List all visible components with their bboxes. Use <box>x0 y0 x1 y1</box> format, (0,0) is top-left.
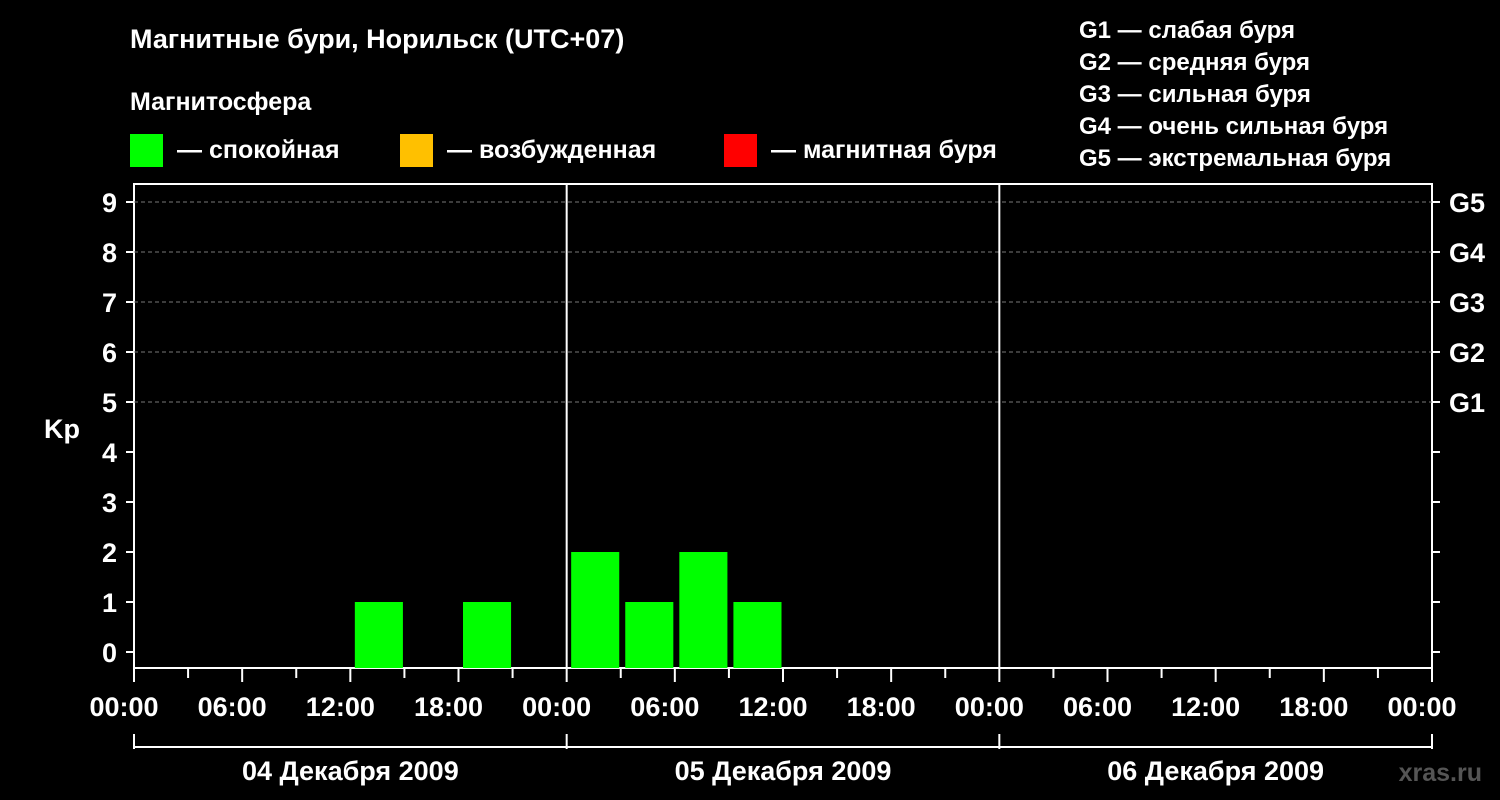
legend-label-1: — возбужденная <box>447 136 656 164</box>
storm-scale-item-1: G2 — средняя буря <box>1079 49 1310 76</box>
x-tick-label-12: 00:00 <box>1387 692 1456 722</box>
date-label-0: 04 Декабря 2009 <box>242 756 459 786</box>
storm-scale-item-2: G3 — сильная буря <box>1079 81 1311 108</box>
legend-items: — спокойная — возбужденная — магнитная бур… <box>130 134 997 167</box>
legend-heading: Магнитосфера <box>130 88 312 116</box>
x-tick-label-7: 18:00 <box>847 692 916 722</box>
bar-5 <box>733 602 782 668</box>
right-tick-label-G3: G3 <box>1449 288 1485 318</box>
plot-area: 0 1 2 3 4 5 6 7 8 9 G1 G2 G3 G4 G5 00:00 06:00 12:00 18:00… <box>89 183 1485 786</box>
x-tick-label-10: 12:00 <box>1171 692 1240 722</box>
plot-frame <box>133 183 1433 669</box>
bar-0 <box>354 602 403 668</box>
storm-scale-legend: G1 — слабая буря G2 — средняя буря G3 — си… <box>1079 17 1391 172</box>
y-tick-label-6: 6 <box>102 338 117 368</box>
date-label-1: 05 Декабря 2009 <box>675 756 892 786</box>
storm-scale-item-4: G5 — экстремальная буря <box>1079 145 1391 172</box>
date-label-2: 06 Декабря 2009 <box>1107 756 1324 786</box>
bar-3 <box>625 602 674 668</box>
y-tick-label-9: 9 <box>102 188 117 218</box>
x-tick-label-0: 00:00 <box>89 692 158 722</box>
x-tick-label-11: 18:00 <box>1279 692 1348 722</box>
storm-scale-item-3: G4 — очень сильная буря <box>1079 113 1388 140</box>
legend-label-2: — магнитная буря <box>771 136 997 164</box>
chart-title: Магнитные бури, Норильск (UTC+07) <box>130 24 624 54</box>
y-axis-label: Kp <box>44 414 80 444</box>
y-tick-label-7: 7 <box>102 288 117 318</box>
right-tick-label-G1: G1 <box>1449 388 1485 418</box>
bar-1 <box>463 602 512 668</box>
x-tick-label-5: 06:00 <box>630 692 699 722</box>
legend-swatch-0 <box>130 134 163 167</box>
legend-swatch-2 <box>724 134 757 167</box>
legend-swatch-1 <box>400 134 433 167</box>
bar-2 <box>571 552 620 668</box>
bar-4 <box>679 552 728 668</box>
x-tick-label-9: 06:00 <box>1063 692 1132 722</box>
chart-canvas: Магнитные бури, Норильск (UTC+07) Магнит… <box>44 17 1485 787</box>
x-tick-label-6: 12:00 <box>738 692 807 722</box>
x-tick-label-1: 06:00 <box>198 692 267 722</box>
storm-scale-item-0: G1 — слабая буря <box>1079 17 1295 44</box>
y-tick-label-8: 8 <box>102 238 117 268</box>
y-tick-label-5: 5 <box>102 388 117 418</box>
y-tick-label-2: 2 <box>102 538 117 568</box>
legend-label-0: — спокойная <box>177 136 340 164</box>
x-tick-label-2: 12:00 <box>306 692 375 722</box>
right-tick-label-G4: G4 <box>1449 238 1485 268</box>
right-tick-label-G5: G5 <box>1449 188 1485 218</box>
x-tick-label-4: 00:00 <box>522 692 591 722</box>
watermark: xras.ru <box>1399 759 1482 787</box>
y-tick-label-4: 4 <box>102 438 117 468</box>
x-tick-label-3: 18:00 <box>414 692 483 722</box>
y-tick-label-1: 1 <box>102 588 117 618</box>
y-tick-label-3: 3 <box>102 488 117 518</box>
y-tick-label-0: 0 <box>102 638 117 668</box>
x-tick-label-8: 00:00 <box>955 692 1024 722</box>
right-tick-label-G2: G2 <box>1449 338 1485 368</box>
